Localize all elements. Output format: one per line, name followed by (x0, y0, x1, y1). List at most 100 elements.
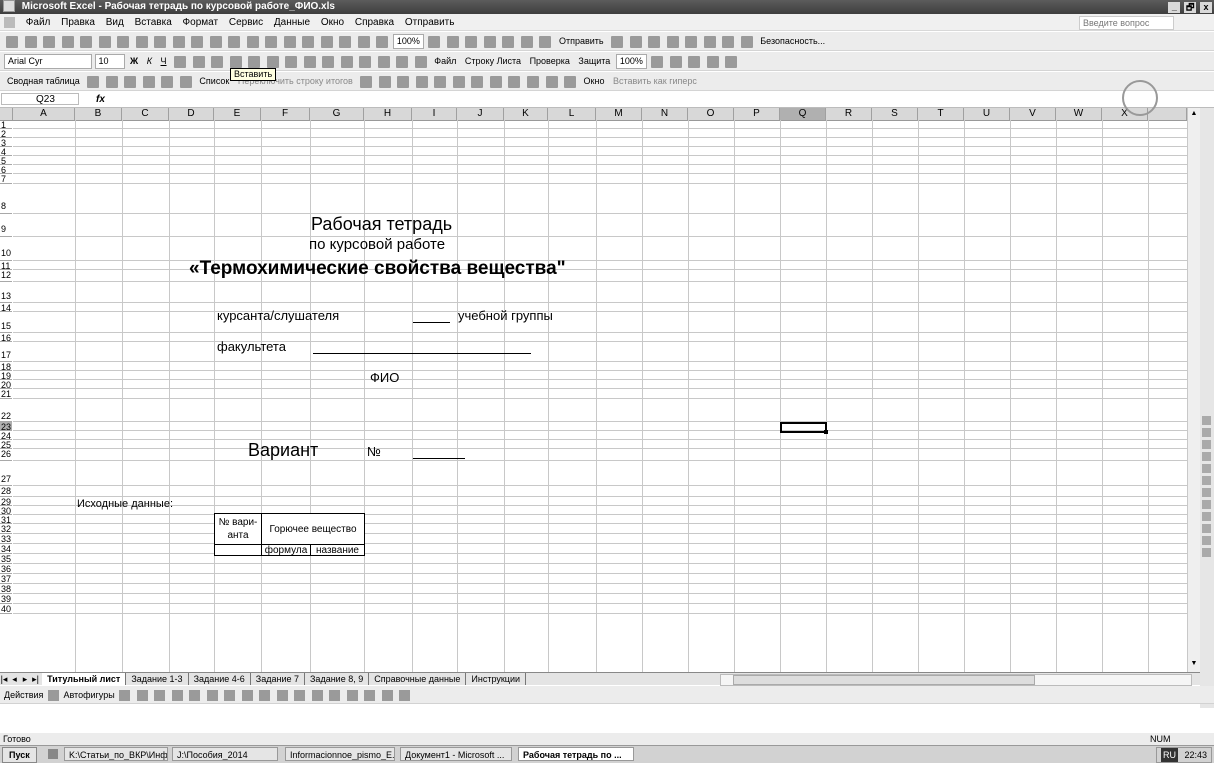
indent-icon[interactable] (629, 35, 642, 48)
group-cell[interactable]: учебной группы (458, 308, 553, 323)
menu-format[interactable]: Формат (179, 14, 223, 30)
save-icon[interactable] (43, 35, 56, 48)
decrease-decimal-icon[interactable] (322, 55, 335, 68)
open-icon[interactable] (24, 35, 37, 48)
side-tool-icon[interactable] (1202, 428, 1211, 437)
row-header[interactable]: 2 (0, 129, 12, 139)
font-size-icon[interactable] (446, 35, 459, 48)
row-header[interactable]: 22 (0, 399, 12, 422)
sheet-tab-reference[interactable]: Справочные данные (369, 673, 467, 685)
line-color-icon[interactable] (294, 690, 306, 702)
rectangle-icon[interactable] (154, 690, 166, 702)
format-painter-icon[interactable] (228, 35, 241, 48)
line-style-icon[interactable] (329, 690, 341, 702)
insert-hyperlink-button[interactable]: Вставить как гиперс (610, 72, 700, 90)
underline-button[interactable]: Ч (158, 52, 170, 70)
sheet-tab-task-1-3[interactable]: Задание 1-3 (126, 673, 189, 685)
pivot-refresh-icon[interactable] (124, 75, 137, 88)
subtitle-cell[interactable]: по курсовой работе (309, 236, 445, 253)
column-header-l[interactable]: L (548, 108, 596, 120)
menu-edit[interactable]: Правка (57, 14, 99, 30)
row-header[interactable]: 27 (0, 461, 12, 486)
row-header[interactable]: 28 (0, 486, 12, 497)
row-header[interactable]: 38 (0, 584, 12, 594)
table-header-fuel[interactable]: Горючее вещество (261, 513, 365, 545)
menu-data[interactable]: Данные (270, 14, 314, 30)
pivot-hide-icon[interactable] (142, 75, 155, 88)
row-header[interactable]: 14 (0, 303, 12, 313)
script-editor-icon[interactable] (722, 35, 735, 48)
row-header-active[interactable]: 23 (0, 422, 12, 432)
grid-icon[interactable] (539, 35, 552, 48)
topic-cell[interactable]: «Термохимические свойства вещества" (189, 258, 566, 280)
sheet-tab-task-4-6[interactable]: Задание 4-6 (189, 673, 251, 685)
compare-icon[interactable] (545, 75, 558, 88)
column-header-p[interactable]: P (734, 108, 780, 120)
form-listbox-icon[interactable] (489, 75, 502, 88)
table-header-formula[interactable]: формула (261, 544, 311, 556)
next-sheet-icon[interactable]: ▸ (21, 673, 29, 685)
row-header[interactable]: 13 (0, 282, 12, 303)
protect-button[interactable]: Защита (575, 52, 613, 70)
side-tool-icon[interactable] (1202, 452, 1211, 461)
column-header-j[interactable]: J (457, 108, 504, 120)
list-button[interactable]: Список (196, 72, 232, 90)
form-combo-icon[interactable] (508, 75, 521, 88)
variant-cell[interactable]: Вариант (248, 440, 318, 461)
arrow-style-icon[interactable] (364, 690, 376, 702)
macro-icon[interactable] (611, 35, 624, 48)
row-header[interactable]: 39 (0, 594, 12, 604)
table-header-variant[interactable]: № вари-анта (214, 513, 262, 545)
form-checkbox-icon[interactable] (452, 75, 465, 88)
row-header[interactable]: 29 (0, 497, 12, 507)
window-button[interactable]: Окно (581, 72, 608, 90)
row-header[interactable]: 32 (0, 524, 12, 534)
diagram-icon[interactable] (224, 690, 236, 702)
column-header-d[interactable]: D (169, 108, 214, 120)
list-publish-icon[interactable] (397, 75, 410, 88)
row-header[interactable]: 16 (0, 333, 12, 343)
spelling-icon[interactable] (135, 35, 148, 48)
row-header[interactable]: 10 (0, 237, 12, 261)
column-header-h[interactable]: H (364, 108, 412, 120)
prev-sheet-icon[interactable]: ◂ (11, 673, 19, 685)
row-header[interactable]: 7 (0, 174, 12, 184)
form-textbox-icon[interactable] (434, 75, 447, 88)
research-icon[interactable] (154, 35, 167, 48)
design-mode-icon[interactable] (703, 35, 716, 48)
table-icon[interactable] (502, 35, 515, 48)
file-button[interactable]: Файл (431, 52, 459, 70)
copy-icon[interactable] (191, 35, 204, 48)
column-header-v[interactable]: V (1010, 108, 1056, 120)
print-preview-icon[interactable] (117, 35, 130, 48)
menu-insert[interactable]: Вставка (131, 14, 176, 30)
help-icon[interactable] (428, 35, 441, 48)
document-icon[interactable] (4, 16, 15, 28)
side-tool-icon[interactable] (1202, 476, 1211, 485)
font-select[interactable]: Arial Cyr (4, 54, 92, 70)
clipart-icon[interactable] (241, 690, 253, 702)
row-header[interactable]: 3 (0, 138, 12, 148)
row-header[interactable]: 1 (0, 120, 12, 130)
security-button[interactable]: Безопасность... (757, 32, 828, 50)
sheet-tab-instructions[interactable]: Инструкции (466, 673, 527, 685)
cut-icon[interactable] (172, 35, 185, 48)
music-icon[interactable] (725, 55, 738, 68)
zoom-select-2[interactable]: 100% (615, 54, 647, 70)
side-tool-icon[interactable] (1202, 512, 1211, 521)
quick-launch-icon[interactable] (48, 749, 58, 759)
paste-icon[interactable] (209, 35, 222, 48)
vertical-scrollbar[interactable]: ▲ ▼ (1187, 108, 1201, 672)
redo-icon[interactable] (265, 35, 278, 48)
menu-help[interactable]: Справка (351, 14, 398, 30)
pivot-show-icon[interactable] (161, 75, 174, 88)
undo-icon[interactable] (246, 35, 259, 48)
align-right-icon[interactable] (211, 55, 224, 68)
worksheet-grid[interactable]: Рабочая тетрадь по курсовой работе «Терм… (13, 120, 1187, 672)
column-header-t[interactable]: T (918, 108, 964, 120)
select-all-corner[interactable] (0, 108, 13, 120)
picture-icon[interactable] (706, 55, 719, 68)
row-header[interactable]: 34 (0, 544, 12, 554)
column-header-n[interactable]: N (642, 108, 688, 120)
column-header-e[interactable]: E (214, 108, 261, 120)
